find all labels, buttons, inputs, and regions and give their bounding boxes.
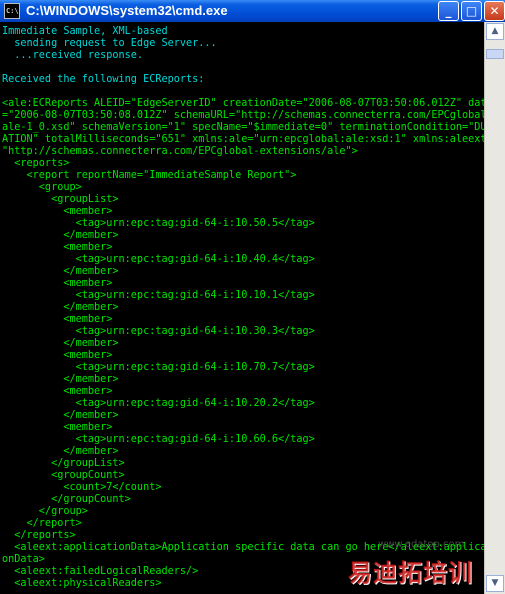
console-line: </member>	[2, 302, 119, 313]
console-line: Received the following ECReports:	[2, 74, 205, 85]
console-line: "http://schemas.connecterra.com/EPCgloba…	[2, 146, 358, 157]
console-line: <tag>urn:epc:tag:gid-64-i:10.60.6</tag>	[2, 434, 315, 445]
console-line: <member>	[2, 314, 113, 325]
watermark-text: 易迪拓培训	[348, 559, 473, 587]
console-line: <report reportName="ImmediateSample Repo…	[2, 170, 297, 181]
scroll-thumb[interactable]	[486, 49, 504, 59]
console-line: </member>	[2, 446, 119, 457]
scroll-up-icon[interactable]: ▲	[486, 23, 504, 40]
close-button[interactable]: ✕	[484, 1, 505, 21]
console-line: ="2006-08-07T03:50:08.012Z" schemaURL="h…	[2, 110, 484, 121]
console-line: <member>	[2, 350, 113, 361]
console-line: <reports>	[2, 158, 70, 169]
console-line: <member>	[2, 278, 113, 289]
vertical-scrollbar[interactable]: ▲ ▼	[484, 22, 505, 594]
console-line: <tag>urn:epc:tag:gid-64-i:10.20.2</tag>	[2, 398, 315, 409]
console-line: </member>	[2, 230, 119, 241]
console-line: </member>	[2, 338, 119, 349]
console-line: <count>7</count>	[2, 482, 162, 493]
maximize-button[interactable]: □	[461, 1, 482, 21]
watermark-url: www.edatop.com	[378, 539, 465, 550]
console-line: </group>	[2, 506, 88, 517]
console-line: </groupCount>	[2, 494, 131, 505]
watermark: www.edatop.com 易迪拓培训	[348, 539, 504, 591]
console-line: <groupList>	[2, 194, 119, 205]
title-bar[interactable]: C:\ C:\WINDOWS\system32\cmd.exe _ □ ✕	[0, 0, 505, 22]
console-line: ale-1_0.xsd" schemaVersion="1" specName=…	[2, 122, 484, 133]
console-line: <tag>urn:epc:tag:gid-64-i:10.50.5</tag>	[2, 218, 315, 229]
console-line: Immediate Sample, XML-based	[2, 26, 168, 37]
console-line: <member>	[2, 242, 113, 253]
minimize-button[interactable]: _	[438, 1, 459, 21]
console-line: <member>	[2, 422, 113, 433]
window-title: C:\WINDOWS\system32\cmd.exe	[26, 3, 228, 18]
console-line: </groupList>	[2, 458, 125, 469]
cmd-icon[interactable]: C:\	[4, 3, 20, 19]
console-line: <tag>urn:epc:tag:gid-64-i:10.30.3</tag>	[2, 326, 315, 337]
console-line: <groupCount>	[2, 470, 125, 481]
console-line: <ale:ECReports ALEID="EdgeServerID" crea…	[2, 98, 484, 109]
console-line: <member>	[2, 386, 113, 397]
console-line: <group>	[2, 182, 82, 193]
console-line: <member>	[2, 206, 113, 217]
console-line: ATION" totalMilliseconds="651" xmlns:ale…	[2, 134, 484, 145]
console-line: </member>	[2, 410, 119, 421]
cmd-window: C:\ C:\WINDOWS\system32\cmd.exe _ □ ✕ Im…	[0, 0, 505, 594]
console-output[interactable]: Immediate Sample, XML-based sending requ…	[0, 22, 484, 594]
console-line: </member>	[2, 374, 119, 385]
console-line: <tag>urn:epc:tag:gid-64-i:10.40.4</tag>	[2, 254, 315, 265]
console-line: ...received response.	[2, 50, 144, 61]
console-line: </member>	[2, 266, 119, 277]
console-line: <tag>urn:epc:tag:gid-64-i:10.10.1</tag>	[2, 290, 315, 301]
console-line: <tag>urn:epc:tag:gid-64-i:10.70.7</tag>	[2, 362, 315, 373]
console-line: sending request to Edge Server...	[2, 38, 217, 49]
console-line: </report>	[2, 518, 82, 529]
